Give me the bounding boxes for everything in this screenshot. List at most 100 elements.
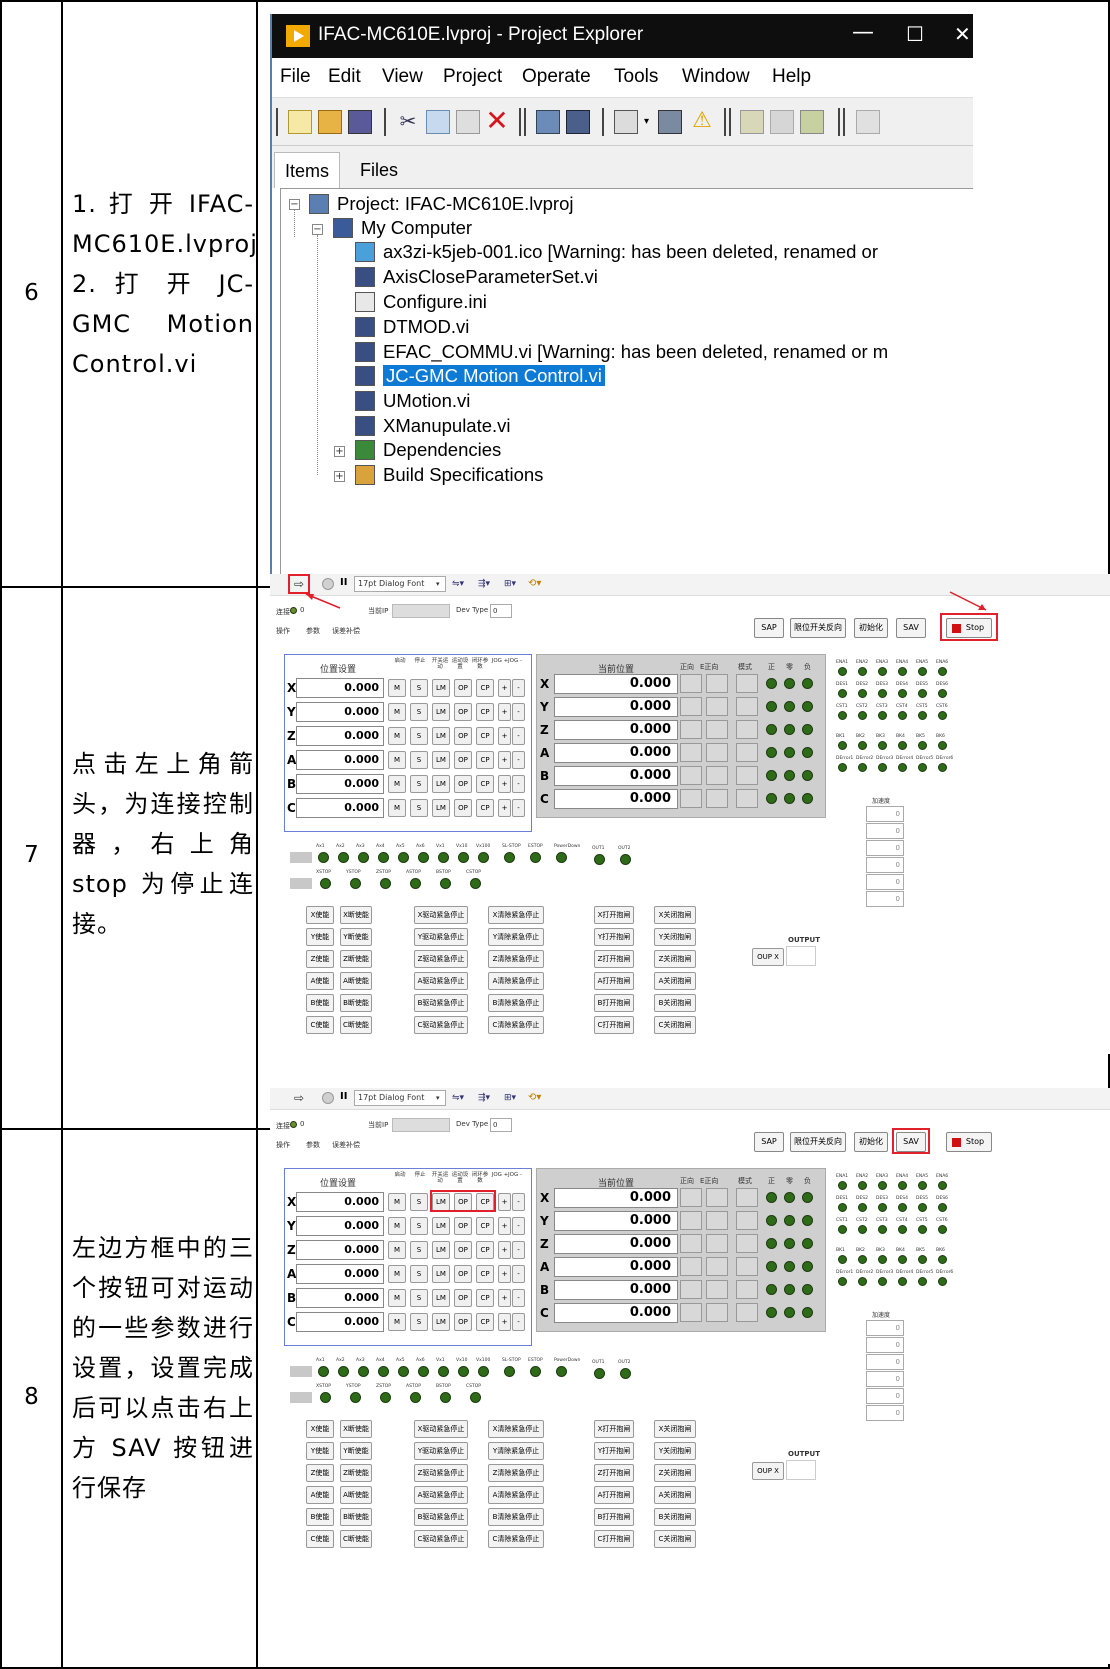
align-icon[interactable]: ⇋▾ xyxy=(452,1093,464,1103)
sap-button[interactable]: SAP xyxy=(754,1132,784,1152)
position-input[interactable]: 0.000 xyxy=(296,1216,384,1236)
axis-m-button[interactable]: M xyxy=(388,679,406,697)
control-button[interactable]: B驱动紧急停止 xyxy=(414,1508,468,1526)
axis-+-button[interactable]: + xyxy=(498,1313,511,1331)
limit-reverse-button[interactable]: 限位开关反向 xyxy=(790,1132,846,1152)
control-button[interactable]: A使能 xyxy=(306,1486,334,1504)
axis-op-button[interactable]: OP xyxy=(454,703,472,721)
axis-op-button[interactable]: OP xyxy=(454,775,472,793)
control-button[interactable]: Z断使能 xyxy=(340,1464,372,1482)
view-icon[interactable] xyxy=(614,110,638,134)
run-arrow-icon[interactable]: ⇨ xyxy=(294,1091,304,1105)
axis-m-button[interactable]: M xyxy=(388,703,406,721)
control-button[interactable]: A断使能 xyxy=(340,1486,372,1504)
add-file-icon[interactable] xyxy=(536,110,560,134)
axis-lm-button[interactable]: LM xyxy=(432,1217,450,1235)
target-icon[interactable] xyxy=(658,110,682,134)
axis-cp-button[interactable]: CP xyxy=(476,679,494,697)
axis-m-button[interactable]: M xyxy=(388,751,406,769)
position-input[interactable]: 0.000 xyxy=(296,1192,384,1212)
axis-op-button[interactable]: OP xyxy=(454,1265,472,1283)
control-button[interactable]: Y关闭抱闸 xyxy=(654,928,696,946)
tree-item[interactable]: UMotion.vi xyxy=(355,390,470,414)
menu-project[interactable]: Project xyxy=(443,66,502,88)
axis-s-button[interactable]: S xyxy=(410,1265,428,1283)
control-button[interactable]: A打开抱闸 xyxy=(594,1486,634,1504)
save-all-icon[interactable] xyxy=(348,110,372,134)
control-button[interactable]: B打开抱闸 xyxy=(594,1508,634,1526)
control-button[interactable]: X使能 xyxy=(306,906,334,924)
axis-+-button[interactable]: + xyxy=(498,1217,511,1235)
new-icon[interactable] xyxy=(288,110,312,134)
axis-lm-button[interactable]: LM xyxy=(432,775,450,793)
axis-lm-button[interactable]: LM xyxy=(432,703,450,721)
collapse-icon[interactable]: − xyxy=(312,224,323,235)
axis---button[interactable]: - xyxy=(512,1289,525,1307)
copy-icon[interactable] xyxy=(426,110,450,134)
chevron-down-icon[interactable]: ▾ xyxy=(436,1094,440,1102)
tree-item[interactable]: DTMOD.vi xyxy=(355,316,469,340)
position-input[interactable]: 0.000 xyxy=(296,1312,384,1332)
control-button[interactable]: B使能 xyxy=(306,994,334,1012)
control-button[interactable]: Z关闭抱闸 xyxy=(654,1464,696,1482)
axis-+-button[interactable]: + xyxy=(498,727,511,745)
axis-op-button[interactable]: OP xyxy=(454,1217,472,1235)
axis-op-button[interactable]: OP xyxy=(454,1313,472,1331)
axis-m-button[interactable]: M xyxy=(388,1193,406,1211)
axis-op-button[interactable]: OP xyxy=(454,799,472,817)
control-button[interactable]: B关闭抱闸 xyxy=(654,1508,696,1526)
axis---button[interactable]: - xyxy=(512,703,525,721)
control-button[interactable]: C关闭抱闸 xyxy=(654,1016,696,1034)
close-button[interactable]: ✕ xyxy=(954,22,971,46)
axis-+-button[interactable]: + xyxy=(498,1241,511,1259)
control-button[interactable]: A关闭抱闸 xyxy=(654,1486,696,1504)
axis-lm-button[interactable]: LM xyxy=(432,1289,450,1307)
control-button[interactable]: Y断使能 xyxy=(340,1442,372,1460)
maximize-button[interactable]: ☐ xyxy=(906,22,924,46)
control-button[interactable]: X断使能 xyxy=(340,1420,372,1438)
control-button[interactable]: Z驱动紧急停止 xyxy=(414,1464,468,1482)
axis-cp-button[interactable]: CP xyxy=(476,727,494,745)
control-button[interactable]: B驱动紧急停止 xyxy=(414,994,468,1012)
axis-s-button[interactable]: S xyxy=(410,703,428,721)
axis-s-button[interactable]: S xyxy=(410,775,428,793)
control-button[interactable]: C打开抱闸 xyxy=(594,1530,634,1548)
paste-icon[interactable] xyxy=(456,110,480,134)
tree-item[interactable]: Configure.ini xyxy=(355,291,487,315)
control-button[interactable]: A使能 xyxy=(306,972,334,990)
control-button[interactable]: X驱动紧急停止 xyxy=(414,906,468,924)
control-button[interactable]: C断使能 xyxy=(340,1530,372,1548)
hierarchy-icon[interactable] xyxy=(740,110,764,134)
control-button[interactable]: C使能 xyxy=(306,1016,334,1034)
collapse-icon[interactable]: − xyxy=(289,199,300,210)
font-select[interactable]: 17pt Dialog Font xyxy=(354,1090,446,1106)
position-input[interactable]: 0.000 xyxy=(296,1240,384,1260)
axis-cp-button[interactable]: CP xyxy=(476,799,494,817)
tree-item-project[interactable]: Project: IFAC-MC610E.lvproj xyxy=(309,193,573,217)
control-button[interactable]: C断使能 xyxy=(340,1016,372,1034)
resize-icon[interactable]: ⊞▾ xyxy=(504,1093,516,1103)
pause-icon[interactable]: II xyxy=(340,1091,347,1102)
control-button[interactable]: A断使能 xyxy=(340,972,372,990)
tab-params[interactable]: 参数 xyxy=(306,1140,320,1150)
axis---button[interactable]: - xyxy=(512,1241,525,1259)
axis-lm-button[interactable]: LM xyxy=(432,799,450,817)
position-input[interactable]: 0.000 xyxy=(296,702,384,722)
axis-lm-button[interactable]: LM xyxy=(432,1241,450,1259)
axis---button[interactable]: - xyxy=(512,751,525,769)
axis-lm-button[interactable]: LM xyxy=(432,679,450,697)
axis-s-button[interactable]: S xyxy=(410,1217,428,1235)
control-button[interactable]: C驱动紧急停止 xyxy=(414,1016,468,1034)
expand-icon[interactable]: + xyxy=(334,471,345,482)
oup-x-button[interactable]: OUP X xyxy=(752,948,784,966)
menu-help[interactable]: Help xyxy=(772,66,811,88)
axis-s-button[interactable]: S xyxy=(410,1241,428,1259)
axis-op-button[interactable]: OP xyxy=(454,1241,472,1259)
tree-item-my-computer[interactable]: My Computer xyxy=(333,217,472,241)
axis-m-button[interactable]: M xyxy=(388,775,406,793)
abort-icon[interactable] xyxy=(322,1092,334,1104)
axis-+-button[interactable]: + xyxy=(498,1265,511,1283)
axis-s-button[interactable]: S xyxy=(410,727,428,745)
tree-item-selected[interactable]: JC-GMC Motion Control.vi xyxy=(355,365,605,389)
axis---button[interactable]: - xyxy=(512,679,525,697)
